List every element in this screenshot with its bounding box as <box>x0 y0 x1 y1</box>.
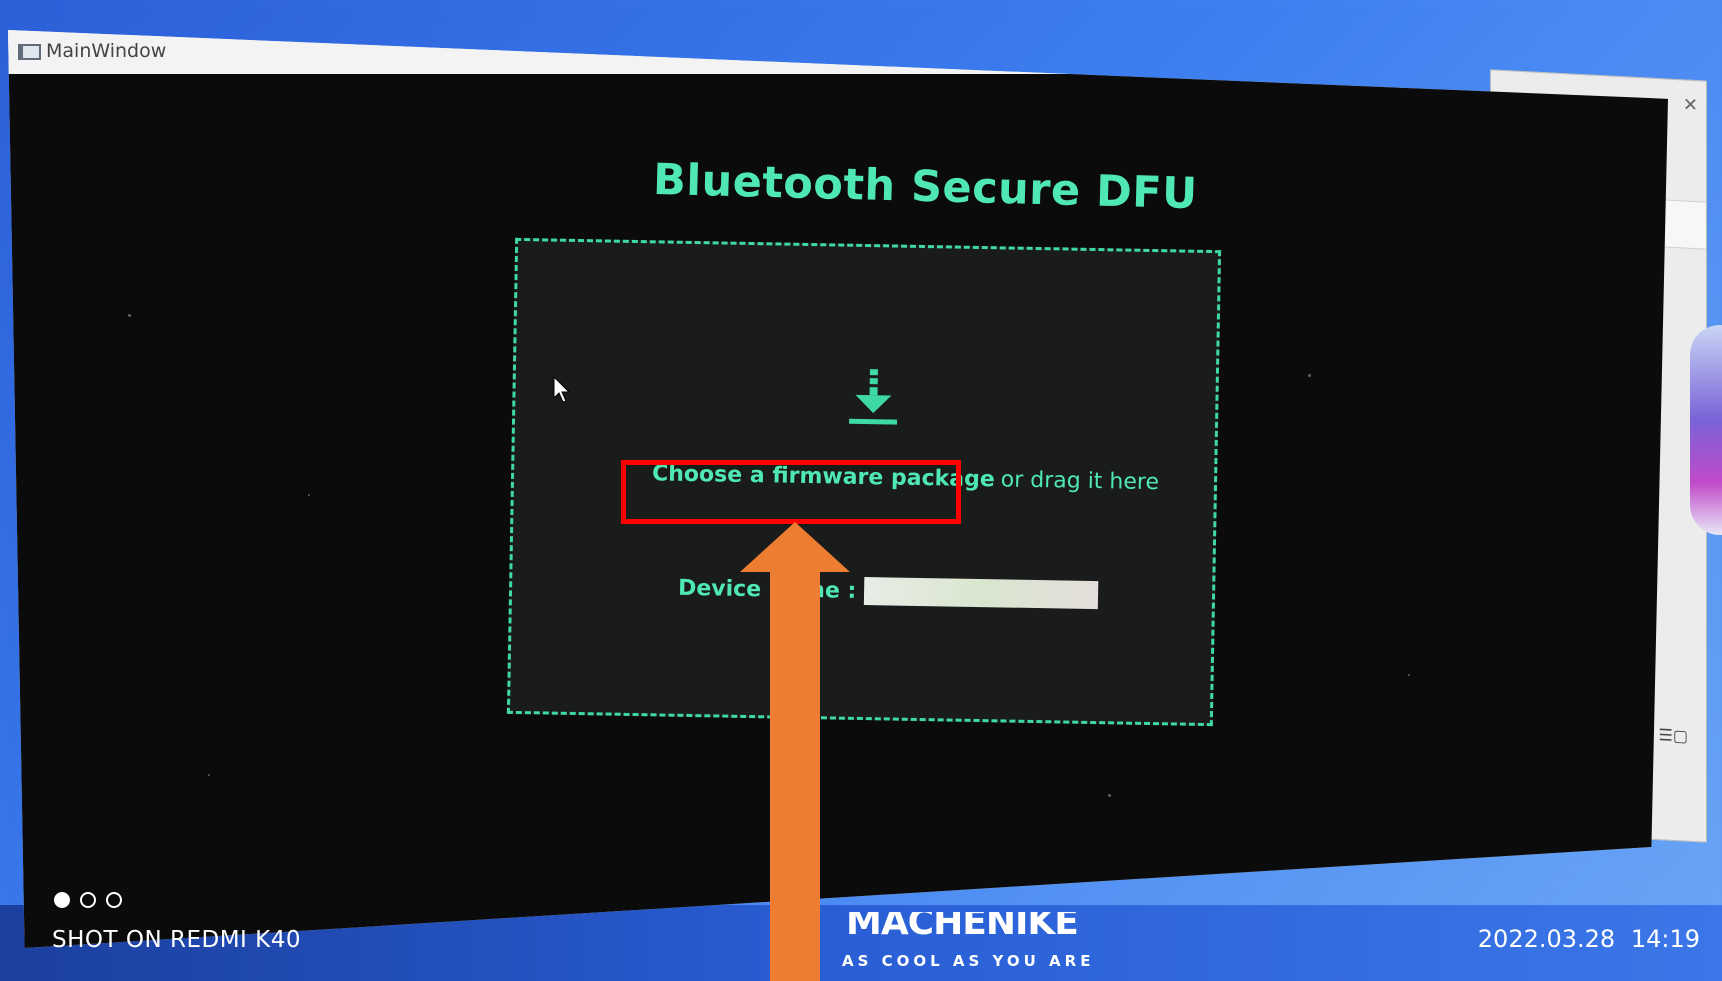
dust-speck <box>1108 794 1111 797</box>
dust-speck <box>1308 374 1311 377</box>
drag-hint: or drag it here <box>1000 467 1160 496</box>
window-title: MainWindow <box>46 40 167 62</box>
page-dot-active <box>54 892 70 908</box>
brand-name: MACHENIKE NIKO <box>846 912 1092 943</box>
mouse-cursor-icon <box>553 376 571 403</box>
dust-speck <box>208 774 210 776</box>
camera-watermark: SHOT ON REDMI K40 <box>52 927 301 953</box>
page-indicator <box>54 892 122 908</box>
dust-speck <box>308 494 310 496</box>
photo-datetime: 2022.03.28 14:19 <box>1477 925 1700 953</box>
annotation-highlight-box <box>621 460 961 524</box>
annotation-arrow-icon <box>740 522 850 981</box>
page-dot <box>80 892 96 908</box>
app-window-icon <box>18 44 41 60</box>
background-close-icon[interactable]: ✕ <box>1683 94 1698 116</box>
page-dot <box>106 892 122 908</box>
app-title: Bluetooth Secure DFU <box>652 154 1199 220</box>
view-toggle-icon[interactable]: ☰▢ <box>1659 725 1688 746</box>
dust-speck <box>128 314 131 317</box>
brand-logo: MACHENIKE NIKO <box>846 912 1092 946</box>
device-name-input[interactable] <box>864 577 1099 610</box>
download-icon <box>849 369 898 425</box>
brand-tagline: AS COOL AS YOU ARE <box>842 952 1095 970</box>
title-bar: MainWindow <box>8 30 1668 74</box>
dust-speck <box>1408 674 1410 676</box>
desktop-app-icon <box>1690 325 1722 535</box>
